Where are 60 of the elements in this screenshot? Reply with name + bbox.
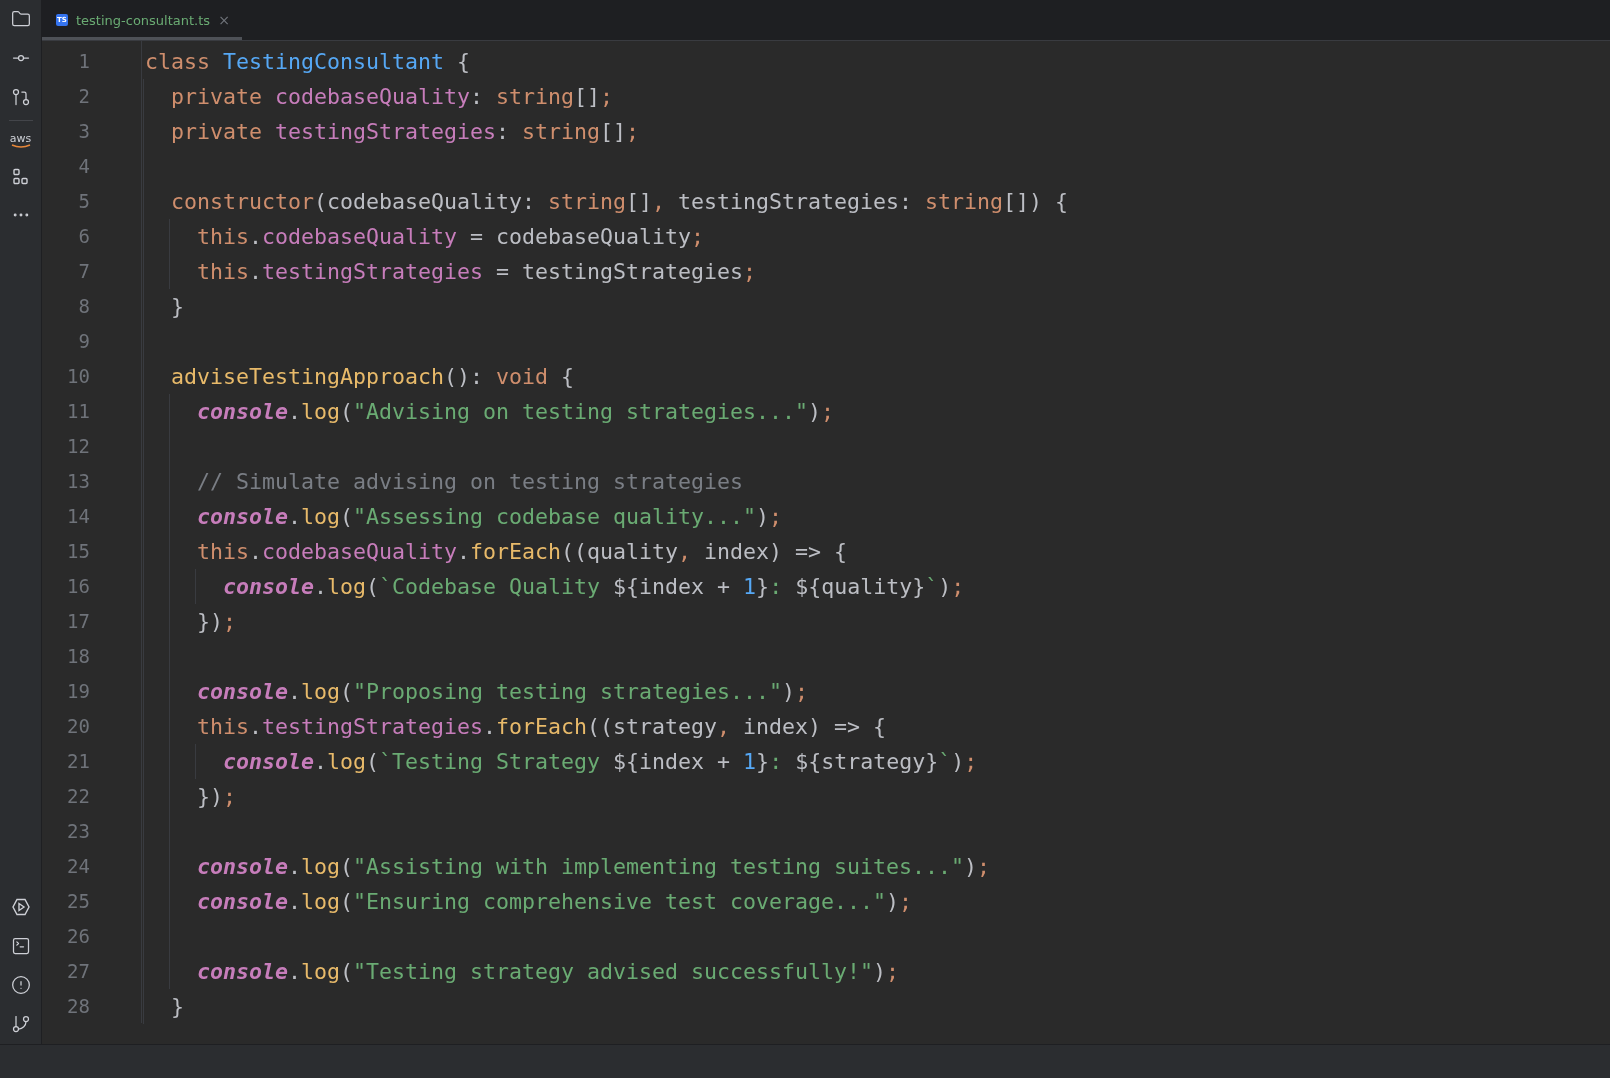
line-number: 11 bbox=[66, 399, 90, 424]
code-line: // Simulate advising on testing strategies bbox=[197, 468, 744, 496]
folder-icon[interactable] bbox=[10, 9, 31, 29]
line-number: 24 bbox=[66, 854, 90, 879]
line-number: 6 bbox=[77, 224, 90, 249]
line-number: 19 bbox=[66, 679, 90, 704]
line-number: 26 bbox=[66, 924, 90, 949]
code-line: private codebaseQuality: string[]; bbox=[171, 83, 614, 111]
line-number: 3 bbox=[77, 119, 90, 144]
code-line: this.codebaseQuality = codebaseQuality; bbox=[197, 223, 705, 251]
run-icon[interactable] bbox=[10, 897, 31, 917]
code-line: console.log("Assisting with implementing testing suites..."); bbox=[197, 853, 991, 881]
line-number: 10 bbox=[66, 364, 90, 389]
structure-icon[interactable] bbox=[11, 168, 30, 186]
line-number: 17 bbox=[66, 609, 90, 634]
line-number: 4 bbox=[77, 154, 90, 179]
line-number: 1 bbox=[77, 49, 90, 74]
line-number: 5 bbox=[77, 189, 90, 214]
aws-logo[interactable]: aws bbox=[9, 134, 32, 149]
code-line: this.testingStrategies.forEach((strategy, index) => { bbox=[197, 713, 887, 741]
terminal-icon[interactable] bbox=[10, 936, 31, 956]
code-line: adviseTestingApproach(): void { bbox=[171, 363, 575, 391]
line-number: 27 bbox=[66, 959, 90, 984]
line-number: 16 bbox=[66, 574, 90, 599]
code-line: class TestingConsultant { bbox=[145, 48, 471, 76]
code-line: }); bbox=[197, 608, 237, 636]
code-line: } bbox=[171, 293, 184, 321]
line-number: 12 bbox=[66, 434, 90, 459]
line-number: 8 bbox=[77, 294, 90, 319]
line-number: 22 bbox=[66, 784, 90, 809]
line-number: 23 bbox=[66, 819, 90, 844]
line-number: 7 bbox=[77, 259, 90, 284]
code-line: console.log("Assessing codebase quality..."); bbox=[197, 503, 783, 531]
code-line: console.log("Proposing testing strategies..."); bbox=[197, 678, 809, 706]
line-number: 15 bbox=[66, 539, 90, 564]
code-line: console.log("Testing strategy advised successfully!"); bbox=[197, 958, 900, 986]
line-number: 25 bbox=[66, 889, 90, 914]
code-line: this.testingStrategies = testingStrategies; bbox=[197, 258, 757, 286]
code-line: console.log(`Codebase Quality ${index + 1}: ${quality}`); bbox=[223, 573, 965, 601]
code-line: console.log(`Testing Strategy ${index + 1}: ${strategy}`); bbox=[223, 748, 978, 776]
code-line: this.codebaseQuality.forEach((quality, index) => { bbox=[197, 538, 848, 566]
line-number: 2 bbox=[77, 84, 90, 109]
code-line: console.log("Ensuring comprehensive test coverage..."); bbox=[197, 888, 913, 916]
code-line: console.log("Advising on testing strategies..."); bbox=[197, 398, 835, 426]
line-number: 14 bbox=[66, 504, 90, 529]
code-line: }); bbox=[197, 783, 237, 811]
close-icon[interactable]: × bbox=[218, 12, 230, 28]
line-number: 13 bbox=[66, 469, 90, 494]
line-number: 28 bbox=[66, 994, 90, 1019]
line-number: 20 bbox=[66, 714, 90, 739]
line-number: 18 bbox=[66, 644, 90, 669]
code-line: } bbox=[171, 993, 184, 1021]
pull-request-icon[interactable] bbox=[10, 87, 31, 107]
code-line: private testingStrategies: string[]; bbox=[171, 118, 640, 146]
git-branch-icon[interactable] bbox=[10, 1014, 31, 1034]
code-editor[interactable] bbox=[42, 41, 1610, 1044]
line-number: 9 bbox=[77, 329, 90, 354]
code-line: constructor(codebaseQuality: string[], testingStrategies: string[]) { bbox=[171, 188, 1069, 216]
line-number: 21 bbox=[66, 749, 90, 774]
problems-icon[interactable] bbox=[10, 975, 31, 995]
